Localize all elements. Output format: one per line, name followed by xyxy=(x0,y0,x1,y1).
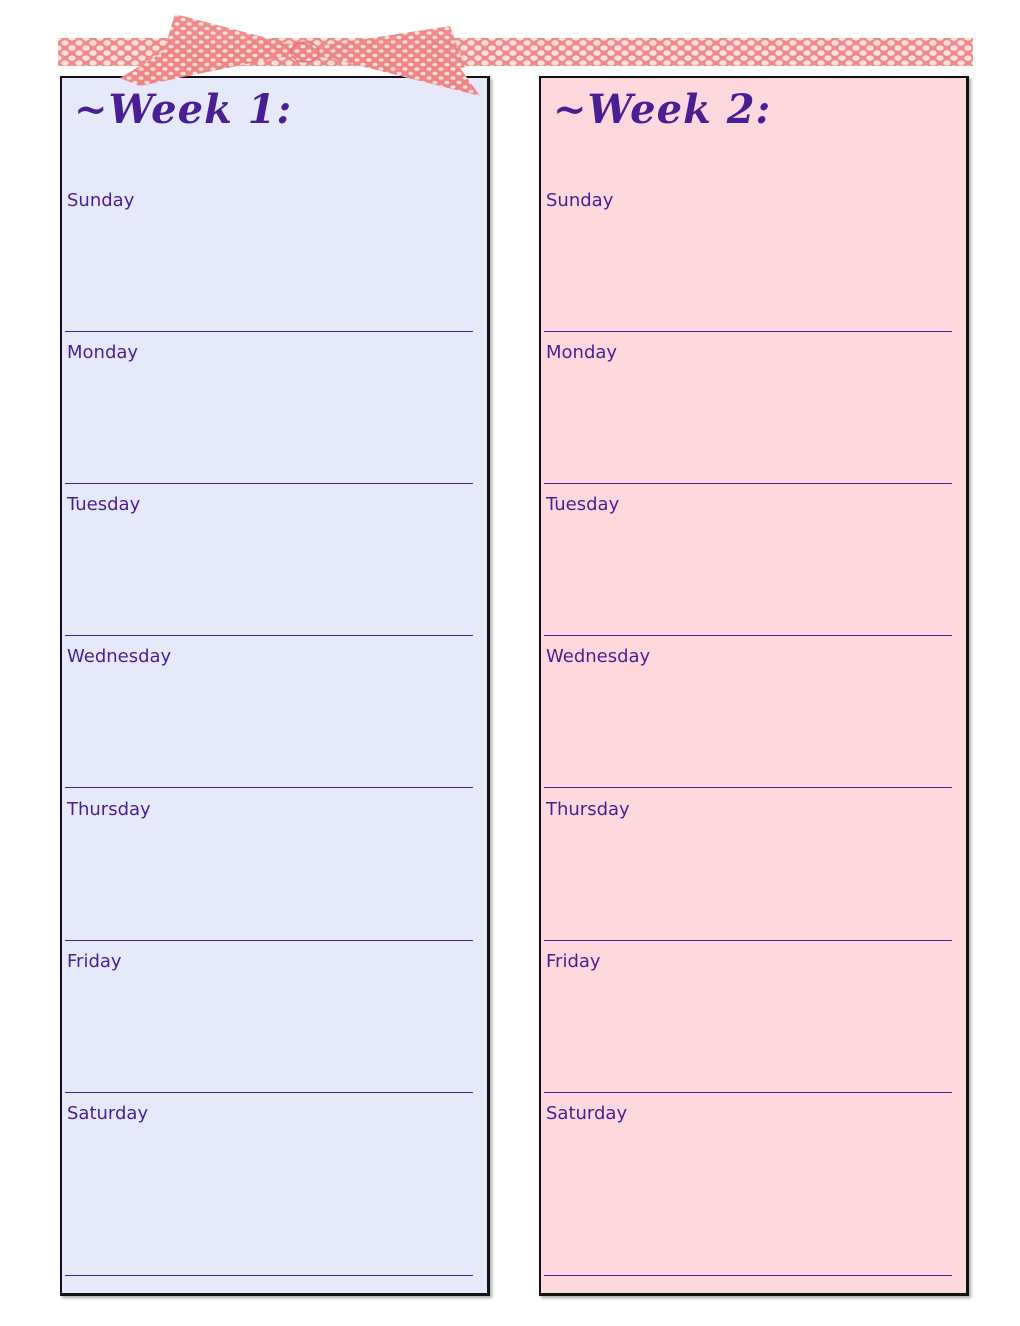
day-section[interactable]: Monday xyxy=(65,332,473,484)
day-section[interactable]: Wednesday xyxy=(544,636,952,788)
day-section[interactable]: Wednesday xyxy=(65,636,473,788)
day-section[interactable]: Saturday xyxy=(65,1093,473,1276)
day-section[interactable]: Friday xyxy=(65,941,473,1093)
day-section[interactable]: Thursday xyxy=(544,789,952,941)
day-label: Tuesday xyxy=(67,494,141,515)
day-label: Monday xyxy=(67,342,139,363)
day-label: Sunday xyxy=(67,190,135,211)
day-section[interactable]: Friday xyxy=(544,941,952,1093)
day-label: Wednesday xyxy=(67,646,172,667)
day-section[interactable]: Thursday xyxy=(65,789,473,941)
day-label: Thursday xyxy=(546,799,630,820)
day-label: Sunday xyxy=(546,190,614,211)
ribbon-bow-icon xyxy=(120,14,480,96)
day-label: Tuesday xyxy=(546,494,620,515)
day-label: Saturday xyxy=(67,1103,149,1124)
day-section[interactable]: Sunday xyxy=(65,180,473,332)
week-2-card: ~Week 2: Sunday Monday Tuesday Wednesday… xyxy=(539,76,969,1296)
day-section[interactable]: Monday xyxy=(544,332,952,484)
day-label: Wednesday xyxy=(546,646,651,667)
day-label: Monday xyxy=(546,342,618,363)
day-label: Friday xyxy=(67,951,122,972)
week-2-title: ~Week 2: xyxy=(553,86,772,133)
day-label: Saturday xyxy=(546,1103,628,1124)
day-label: Thursday xyxy=(67,799,151,820)
day-section[interactable]: Tuesday xyxy=(65,484,473,636)
day-section[interactable]: Tuesday xyxy=(544,484,952,636)
day-section[interactable]: Saturday xyxy=(544,1093,952,1276)
day-section[interactable]: Sunday xyxy=(544,180,952,332)
week-1-card: ~Week 1: Sunday Monday Tuesday Wednesday… xyxy=(60,76,490,1296)
day-label: Friday xyxy=(546,951,601,972)
